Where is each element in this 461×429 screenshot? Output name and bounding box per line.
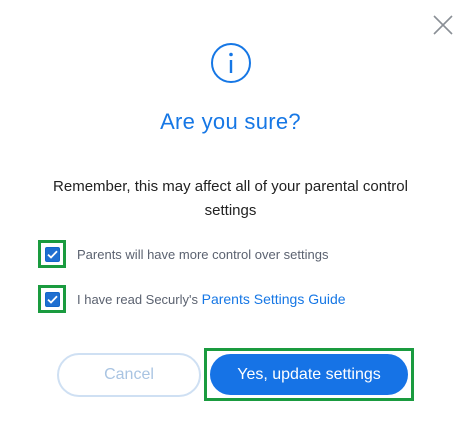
checkmark-icon [46, 295, 58, 304]
checkbox-label-read-guide: I have read Securly's Parents Settings G… [77, 291, 346, 307]
cancel-button[interactable]: Cancel [57, 353, 201, 397]
close-icon[interactable] [430, 12, 456, 38]
dialog-message: Remember, this may affect all of your pa… [53, 178, 408, 219]
checkmark-icon [46, 250, 58, 259]
checkbox-label-prefix: I have read Securly's [77, 292, 202, 307]
checkbox-row-more-control: Parents will have more control over sett… [38, 238, 328, 270]
checkbox-row-read-guide: I have read Securly's Parents Settings G… [38, 283, 346, 315]
checkbox-more-control[interactable] [44, 246, 60, 262]
checkbox-highlight[interactable] [38, 240, 66, 268]
confirmation-dialog: Are you sure? Remember, this may affect … [0, 0, 461, 429]
parents-settings-guide-link[interactable]: Parents Settings Guide [202, 291, 346, 307]
dialog-title: Are you sure? [160, 109, 301, 134]
confirm-update-settings-button[interactable]: Yes, update settings [210, 354, 408, 395]
confirm-button-highlight: Yes, update settings [204, 348, 414, 401]
checkbox-read-guide[interactable] [44, 291, 60, 307]
checkbox-label-more-control: Parents will have more control over sett… [77, 246, 329, 262]
info-icon [211, 43, 251, 83]
checkbox-highlight[interactable] [38, 285, 66, 313]
